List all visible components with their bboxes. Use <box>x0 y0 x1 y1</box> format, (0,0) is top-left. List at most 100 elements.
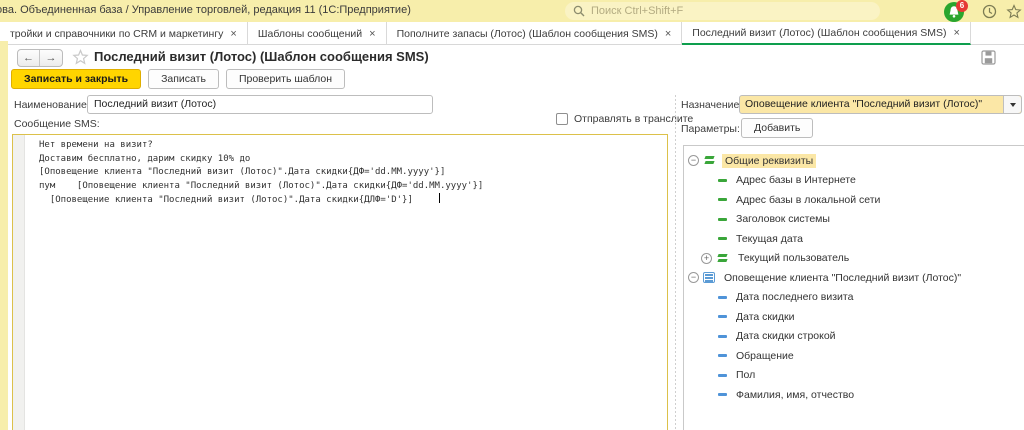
tree-item-label: Обращение <box>733 349 797 363</box>
tree-item[interactable]: + Текущий пользователь <box>684 249 1024 269</box>
search-icon <box>573 5 585 17</box>
tree-item[interactable]: − Оповещение клиента "Последний визит (Ло… <box>684 268 1024 288</box>
history-icon[interactable] <box>982 4 997 19</box>
expander-spacer <box>701 233 714 244</box>
favorite-star-icon[interactable] <box>72 49 89 65</box>
sms-line: [Оповещение клиента "Последний визит (Ло… <box>39 166 483 180</box>
tree-item-label: Общие реквизиты <box>722 154 816 168</box>
dash-blue-icon <box>718 374 727 377</box>
forward-button[interactable]: → <box>40 50 62 66</box>
tab-label: Пополните запасы (Лотос) (Шаблон сообщен… <box>397 28 658 40</box>
tab[interactable]: Шаблоны сообщений × <box>248 22 387 45</box>
tree-item-label: Дата скидки <box>733 310 797 324</box>
app-window: ова. Объединенная база / Управление торг… <box>0 0 1024 430</box>
collapse-icon[interactable]: − <box>688 155 699 166</box>
tab-bar: тройки и справочники по CRM и маркетингу… <box>0 22 1024 45</box>
dash-green-icon <box>718 218 727 221</box>
translit-checkbox-row[interactable]: Отправлять в транслите <box>556 113 693 125</box>
expander-spacer <box>701 175 714 186</box>
dash-green-icon <box>718 198 727 201</box>
chevron-down-icon[interactable] <box>1003 96 1021 113</box>
tree-item-label: Текущий пользователь <box>735 251 852 265</box>
command-bar: Записать и закрыть Записать Проверить ша… <box>11 69 345 89</box>
save-and-close-button[interactable]: Записать и закрыть <box>11 69 141 89</box>
tab-close-icon[interactable]: × <box>369 29 375 39</box>
left-accent-strip <box>0 41 8 430</box>
expander-spacer <box>701 389 714 400</box>
tree-item[interactable]: Адрес базы в Интернете <box>684 171 1024 191</box>
purpose-select[interactable]: Оповещение клиента "Последний визит (Лот… <box>739 95 1022 114</box>
notification-badge: 6 <box>956 0 968 12</box>
folder-green-icon <box>716 253 729 264</box>
tree-item-label: Адрес базы в локальной сети <box>733 193 883 207</box>
tree-item[interactable]: Текущая дата <box>684 229 1024 249</box>
window-title-bar: ова. Объединенная база / Управление торг… <box>0 0 1024 22</box>
nav-buttons: ← → <box>17 49 63 67</box>
back-button[interactable]: ← <box>18 50 40 66</box>
dash-green-icon <box>718 179 727 182</box>
sms-line: [Оповещение клиента "Последний визит (Ло… <box>39 193 483 208</box>
window-title: ова. Объединенная база / Управление торг… <box>0 4 411 16</box>
save-state-icon[interactable] <box>981 50 996 65</box>
add-parameter-button[interactable]: Добавить <box>741 118 813 138</box>
dash-blue-icon <box>718 315 727 318</box>
list-blue-icon <box>703 272 715 283</box>
text-caret <box>439 193 440 203</box>
params-label: Параметры: <box>681 123 740 135</box>
tab-label: Шаблоны сообщений <box>258 28 362 40</box>
check-template-button[interactable]: Проверить шаблон <box>226 69 345 89</box>
tree-item-label: Оповещение клиента "Последний визит (Лот… <box>721 271 964 285</box>
tree-item-label: Пол <box>733 368 758 382</box>
name-label: Наименование: <box>14 99 90 111</box>
expander-spacer <box>701 292 714 303</box>
sms-label: Сообщение SMS: <box>14 118 100 130</box>
textarea-gutter <box>13 135 25 430</box>
tree-item[interactable]: Дата скидки <box>684 307 1024 327</box>
notifications-button[interactable]: 6 <box>944 1 970 22</box>
tree-item-label: Дата последнего визита <box>733 290 856 304</box>
tree-item-label: Адрес базы в Интернете <box>733 173 859 187</box>
sms-line: Нет времени на визит? <box>39 139 483 153</box>
name-input[interactable]: Последний визит (Лотос) <box>87 95 433 114</box>
dash-green-icon <box>718 237 727 240</box>
tree-item[interactable]: Дата последнего визита <box>684 288 1024 308</box>
expander-spacer <box>701 370 714 381</box>
tab[interactable]: тройки и справочники по CRM и маркетингу… <box>0 22 248 45</box>
dash-blue-icon <box>718 354 727 357</box>
parameters-tree-panel[interactable]: − Общие реквизиты Адрес базы в Интернете Ад… <box>683 145 1024 430</box>
global-search[interactable]: Поиск Ctrl+Shift+F <box>565 2 880 20</box>
sms-message-textarea[interactable]: Нет времени на визит?Доставим бесплатно,… <box>12 134 668 430</box>
tab-label: Последний визит (Лотос) (Шаблон сообщени… <box>692 27 946 39</box>
parameters-tree: − Общие реквизиты Адрес базы в Интернете Ад… <box>684 146 1024 405</box>
sms-line: пум [Оповещение клиента "Последний визит… <box>39 180 483 194</box>
folder-green-icon <box>703 155 716 166</box>
tree-item[interactable]: Фамилия, имя, отчество <box>684 385 1024 405</box>
expander-spacer <box>701 331 714 342</box>
tab[interactable]: Пополните запасы (Лотос) (Шаблон сообщен… <box>387 22 683 45</box>
purpose-label: Назначение: <box>681 99 742 111</box>
dash-blue-icon <box>718 296 727 299</box>
tab-close-icon[interactable]: × <box>230 29 236 39</box>
favorites-icon[interactable] <box>1006 4 1022 19</box>
tab-active[interactable]: Последний визит (Лотос) (Шаблон сообщени… <box>682 22 971 45</box>
collapse-icon[interactable]: − <box>688 272 699 283</box>
page-title: Последний визит (Лотос) (Шаблон сообщени… <box>94 49 429 64</box>
tree-item[interactable]: − Общие реквизиты <box>684 151 1024 171</box>
expand-icon[interactable]: + <box>701 253 712 264</box>
tree-item-label: Дата скидки строкой <box>733 329 839 343</box>
tab-close-icon[interactable]: × <box>665 29 671 39</box>
tree-item[interactable]: Пол <box>684 366 1024 386</box>
dash-blue-icon <box>718 393 727 396</box>
tree-item-label: Текущая дата <box>733 232 806 246</box>
tab-close-icon[interactable]: × <box>954 28 960 38</box>
tree-item[interactable]: Обращение <box>684 346 1024 366</box>
column-splitter[interactable] <box>675 95 676 430</box>
dash-blue-icon <box>718 335 727 338</box>
translit-checkbox[interactable] <box>556 113 568 125</box>
tree-item[interactable]: Дата скидки строкой <box>684 327 1024 347</box>
expander-spacer <box>701 214 714 225</box>
tree-item[interactable]: Адрес базы в локальной сети <box>684 190 1024 210</box>
save-button[interactable]: Записать <box>148 69 219 89</box>
purpose-value: Оповещение клиента "Последний визит (Лот… <box>740 96 1003 113</box>
tree-item[interactable]: Заголовок системы <box>684 210 1024 230</box>
